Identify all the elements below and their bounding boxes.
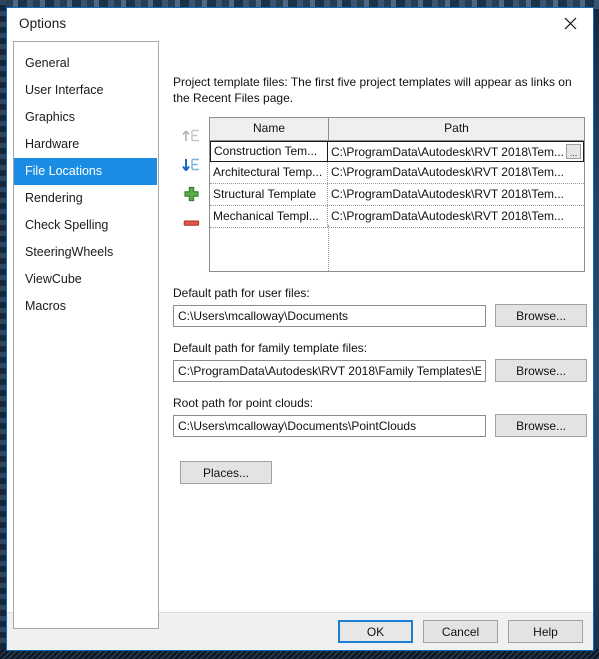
table-row[interactable]: Architectural Temp... C:\ProgramData\Aut… <box>210 162 584 184</box>
sidebar-item-steeringwheels[interactable]: SteeringWheels <box>14 239 158 266</box>
help-button[interactable]: Help <box>508 620 583 643</box>
default-user-files-path-block: Default path for user files: Browse... <box>173 286 587 327</box>
cell-path[interactable]: C:\ProgramData\Autodesk\RVT 2018\Tem... <box>328 206 584 227</box>
options-category-list: General User Interface Graphics Hardware… <box>13 41 159 629</box>
cell-path[interactable]: C:\ProgramData\Autodesk\RVT 2018\Tem... <box>328 184 584 205</box>
table-header-row: Name Path <box>210 118 584 141</box>
table-empty-area <box>328 225 329 271</box>
default-user-files-path-label: Default path for user files: <box>173 286 310 300</box>
column-header-path[interactable]: Path <box>329 118 584 140</box>
root-point-clouds-path-input[interactable] <box>173 414 487 437</box>
cell-path[interactable]: C:\ProgramData\Autodesk\RVT 2018\Tem... … <box>328 141 584 162</box>
default-family-template-path-label: Default path for family template files: <box>173 341 368 355</box>
root-point-clouds-path-block: Root path for point clouds: Browse... <box>173 396 587 437</box>
title-bar: Options <box>7 8 593 39</box>
cell-name[interactable]: Construction Tem... <box>210 141 328 162</box>
file-locations-pane: Project template files: The first five p… <box>173 39 587 612</box>
browse-ellipsis-button[interactable]: ... <box>566 144 581 159</box>
cell-name[interactable]: Mechanical Templ... <box>210 206 328 227</box>
sidebar-item-check-spelling[interactable]: Check Spelling <box>14 212 158 239</box>
cell-name[interactable]: Architectural Temp... <box>210 162 328 183</box>
cell-path-text: C:\ProgramData\Autodesk\RVT 2018\Tem... <box>331 144 564 159</box>
template-list-toolbar <box>173 117 209 241</box>
field-row: Browse... <box>173 414 587 437</box>
sidebar-item-macros[interactable]: Macros <box>14 293 158 320</box>
sidebar-item-label: File Locations <box>25 164 103 178</box>
browse-point-clouds-button[interactable]: Browse... <box>495 414 587 437</box>
cell-path[interactable]: C:\ProgramData\Autodesk\RVT 2018\Tem... <box>328 162 584 183</box>
default-user-files-path-input[interactable] <box>173 304 487 327</box>
browse-user-files-button[interactable]: Browse... <box>495 304 587 327</box>
ok-button[interactable]: OK <box>338 620 413 643</box>
table-row[interactable]: Structural Template C:\ProgramData\Autod… <box>210 184 584 206</box>
move-down-icon[interactable] <box>180 154 202 176</box>
default-family-template-path-block: Default path for family template files: … <box>173 341 587 382</box>
options-dialog: Options General User Interface Graphics … <box>6 7 594 651</box>
sidebar-item-label: Hardware <box>25 137 80 151</box>
sidebar-item-hardware[interactable]: Hardware <box>14 131 158 158</box>
cancel-button[interactable]: Cancel <box>423 620 498 643</box>
template-table-zone: Name Path Construction Tem... C:\Program… <box>173 117 587 272</box>
sidebar-item-viewcube[interactable]: ViewCube <box>14 266 158 293</box>
sidebar-item-label: Rendering <box>25 191 83 205</box>
browse-family-template-button[interactable]: Browse... <box>495 359 587 382</box>
sidebar-item-general[interactable]: General <box>14 50 158 77</box>
close-icon[interactable] <box>548 8 593 38</box>
window-title: Options <box>19 16 67 31</box>
sidebar-item-rendering[interactable]: Rendering <box>14 185 158 212</box>
move-up-icon[interactable] <box>180 125 202 147</box>
sidebar-item-label: Graphics <box>25 110 76 124</box>
pane-description: Project template files: The first five p… <box>173 75 572 105</box>
column-header-name[interactable]: Name <box>210 118 329 140</box>
sidebar-item-graphics[interactable]: Graphics <box>14 104 158 131</box>
root-point-clouds-path-label: Root path for point clouds: <box>173 396 314 410</box>
sidebar-item-label: SteeringWheels <box>25 245 114 259</box>
sidebar-item-label: User Interface <box>25 83 104 97</box>
sidebar-item-user-interface[interactable]: User Interface <box>14 77 158 104</box>
remove-icon[interactable] <box>180 212 202 234</box>
cell-name[interactable]: Structural Template <box>210 184 328 205</box>
places-button[interactable]: Places... <box>180 461 272 484</box>
sidebar-item-label: Check Spelling <box>25 218 109 232</box>
default-family-template-path-input[interactable] <box>173 359 487 382</box>
sidebar-item-label: General <box>25 56 70 70</box>
table-row[interactable]: Construction Tem... C:\ProgramData\Autod… <box>210 141 584 162</box>
add-icon[interactable] <box>180 183 202 205</box>
dialog-body: General User Interface Graphics Hardware… <box>7 39 593 629</box>
project-templates-table[interactable]: Name Path Construction Tem... C:\Program… <box>209 117 585 272</box>
sidebar-item-label: ViewCube <box>25 272 82 286</box>
field-row: Browse... <box>173 304 587 327</box>
sidebar-item-label: Macros <box>25 299 66 313</box>
sidebar-item-file-locations[interactable]: File Locations <box>14 158 157 185</box>
field-row: Browse... <box>173 359 587 382</box>
table-row[interactable]: Mechanical Templ... C:\ProgramData\Autod… <box>210 206 584 228</box>
